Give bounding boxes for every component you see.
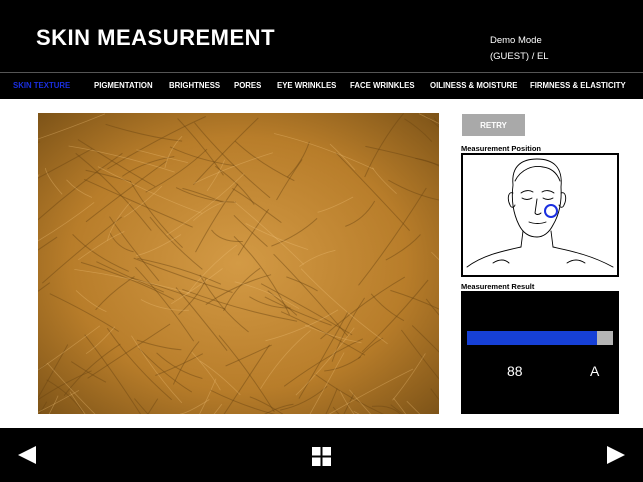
measurement-result-label: Measurement Result	[461, 282, 535, 291]
tab-brightness[interactable]: BRIGHTNESS	[169, 81, 220, 90]
result-bar-track	[467, 331, 613, 345]
tab-pigmentation[interactable]: PIGMENTATION	[94, 81, 153, 90]
page-title: SKIN MEASUREMENT	[36, 25, 276, 50]
user-info: Demo Mode (GUEST) / EL	[490, 33, 549, 65]
left-arrow-icon[interactable]	[18, 446, 38, 464]
result-grade: A	[590, 363, 600, 379]
measurement-position-label: Measurement Position	[461, 144, 542, 153]
right-arrow-icon[interactable]	[605, 446, 625, 464]
result-score: 88	[507, 363, 523, 379]
tab-bar: SKIN TEXTURE PIGMENTATION BRIGHTNESS POR…	[0, 72, 643, 99]
retry-button[interactable]: RETRY	[462, 114, 525, 136]
measurement-result-panel: 88 A	[461, 291, 619, 414]
header: SKIN MEASUREMENT Demo Mode (GUEST) / EL	[0, 0, 643, 72]
footer-bar	[0, 428, 643, 482]
tab-face-wrinkles[interactable]: FACE WRINKLES	[350, 81, 415, 90]
tab-skin-texture[interactable]: SKIN TEXTURE	[13, 81, 70, 90]
measurement-point-marker	[544, 204, 558, 218]
tab-pores[interactable]: PORES	[234, 81, 261, 90]
grid-icon[interactable]	[312, 447, 331, 466]
tab-eye-wrinkles[interactable]: EYE WRINKLES	[277, 81, 336, 90]
face-diagram	[466, 158, 614, 268]
measurement-position-panel	[461, 153, 619, 277]
user-label: (GUEST) / EL	[490, 51, 549, 62]
mode-label: Demo Mode	[490, 35, 542, 46]
tab-oiliness-moisture[interactable]: OILINESS & MOISTURE	[430, 81, 518, 90]
tab-firmness-elasticity[interactable]: FIRMNESS & ELASTICITY	[530, 81, 626, 90]
result-bar-fill	[467, 331, 597, 345]
skin-texture-image	[38, 113, 439, 414]
